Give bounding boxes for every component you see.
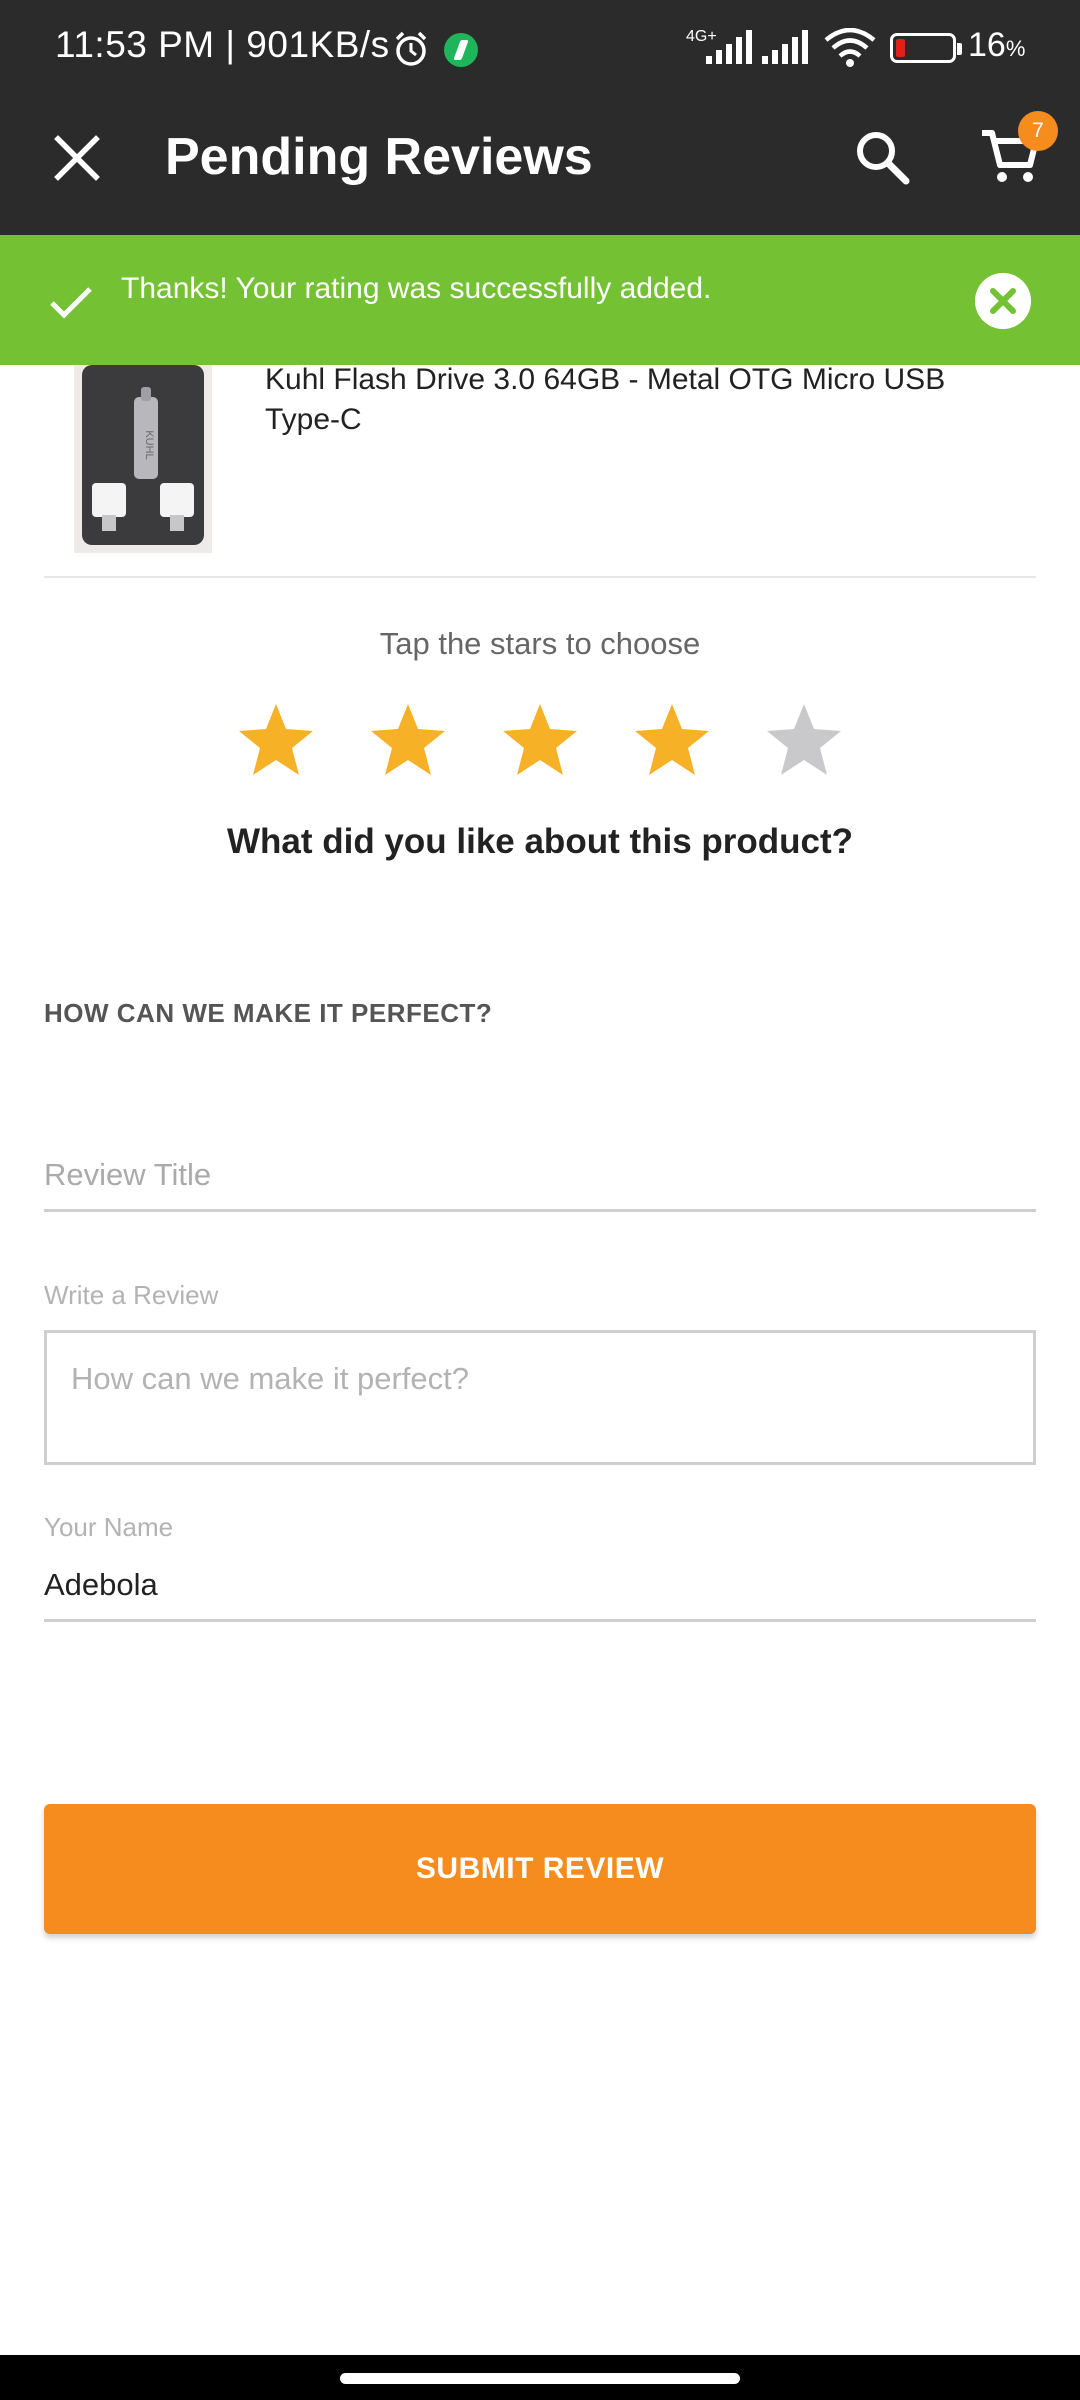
star-5-icon[interactable] bbox=[764, 700, 844, 780]
app-bar: Pending Reviews bbox=[0, 79, 1080, 235]
name-input[interactable] bbox=[44, 1550, 1036, 1622]
wifi-icon bbox=[824, 28, 876, 67]
close-icon[interactable] bbox=[48, 129, 106, 187]
success-toast: Thanks! Your rating was successfully add… bbox=[0, 235, 1080, 365]
status-time: 11:53 PM | 901KB/s bbox=[55, 24, 390, 65]
review-title-input[interactable] bbox=[44, 1140, 1036, 1212]
check-icon bbox=[50, 287, 92, 319]
write-review-label: Write a Review bbox=[44, 1280, 219, 1310]
star-4-icon[interactable] bbox=[632, 700, 712, 780]
status-bar: 11:53 PM | 901KB/s 4G+ 16% bbox=[0, 0, 1080, 79]
name-label: Your Name bbox=[44, 1512, 174, 1542]
signal-icon bbox=[706, 30, 752, 64]
alarm-icon bbox=[395, 31, 427, 66]
rating-hint: Tap the stars to choose bbox=[379, 626, 701, 661]
product-title: Kuhl Flash Drive 3.0 64GB - Metal OTG Mi… bbox=[265, 363, 946, 436]
close-toast-icon[interactable] bbox=[975, 273, 1031, 329]
signal-icon-2 bbox=[762, 30, 808, 64]
review-textarea[interactable] bbox=[44, 1330, 1036, 1465]
svg-text:KUHL: KUHL bbox=[143, 430, 155, 459]
search-icon[interactable] bbox=[850, 125, 914, 189]
cart-count-badge: 7 bbox=[1018, 111, 1058, 151]
home-gesture-bar[interactable] bbox=[340, 2373, 740, 2384]
star-2-icon[interactable] bbox=[368, 700, 448, 780]
battery-icon bbox=[890, 33, 962, 63]
star-3-icon[interactable] bbox=[500, 700, 580, 780]
product-image: KUHL bbox=[74, 365, 212, 553]
divider bbox=[44, 576, 1036, 578]
submit-review-button[interactable]: SUBMIT REVIEW bbox=[44, 1804, 1036, 1934]
like-question: What did you like about this product? bbox=[226, 822, 854, 861]
charging-app-icon bbox=[444, 33, 478, 67]
perfect-section-label: HOW CAN WE MAKE IT PERFECT? bbox=[44, 998, 493, 1028]
battery-level: 16% bbox=[968, 26, 1026, 64]
navigation-bar bbox=[0, 2355, 1080, 2400]
page-title: Pending Reviews bbox=[165, 128, 593, 186]
star-rating bbox=[236, 700, 856, 790]
toast-message: Thanks! Your rating was successfully add… bbox=[121, 272, 712, 305]
star-1-icon[interactable] bbox=[236, 700, 316, 780]
